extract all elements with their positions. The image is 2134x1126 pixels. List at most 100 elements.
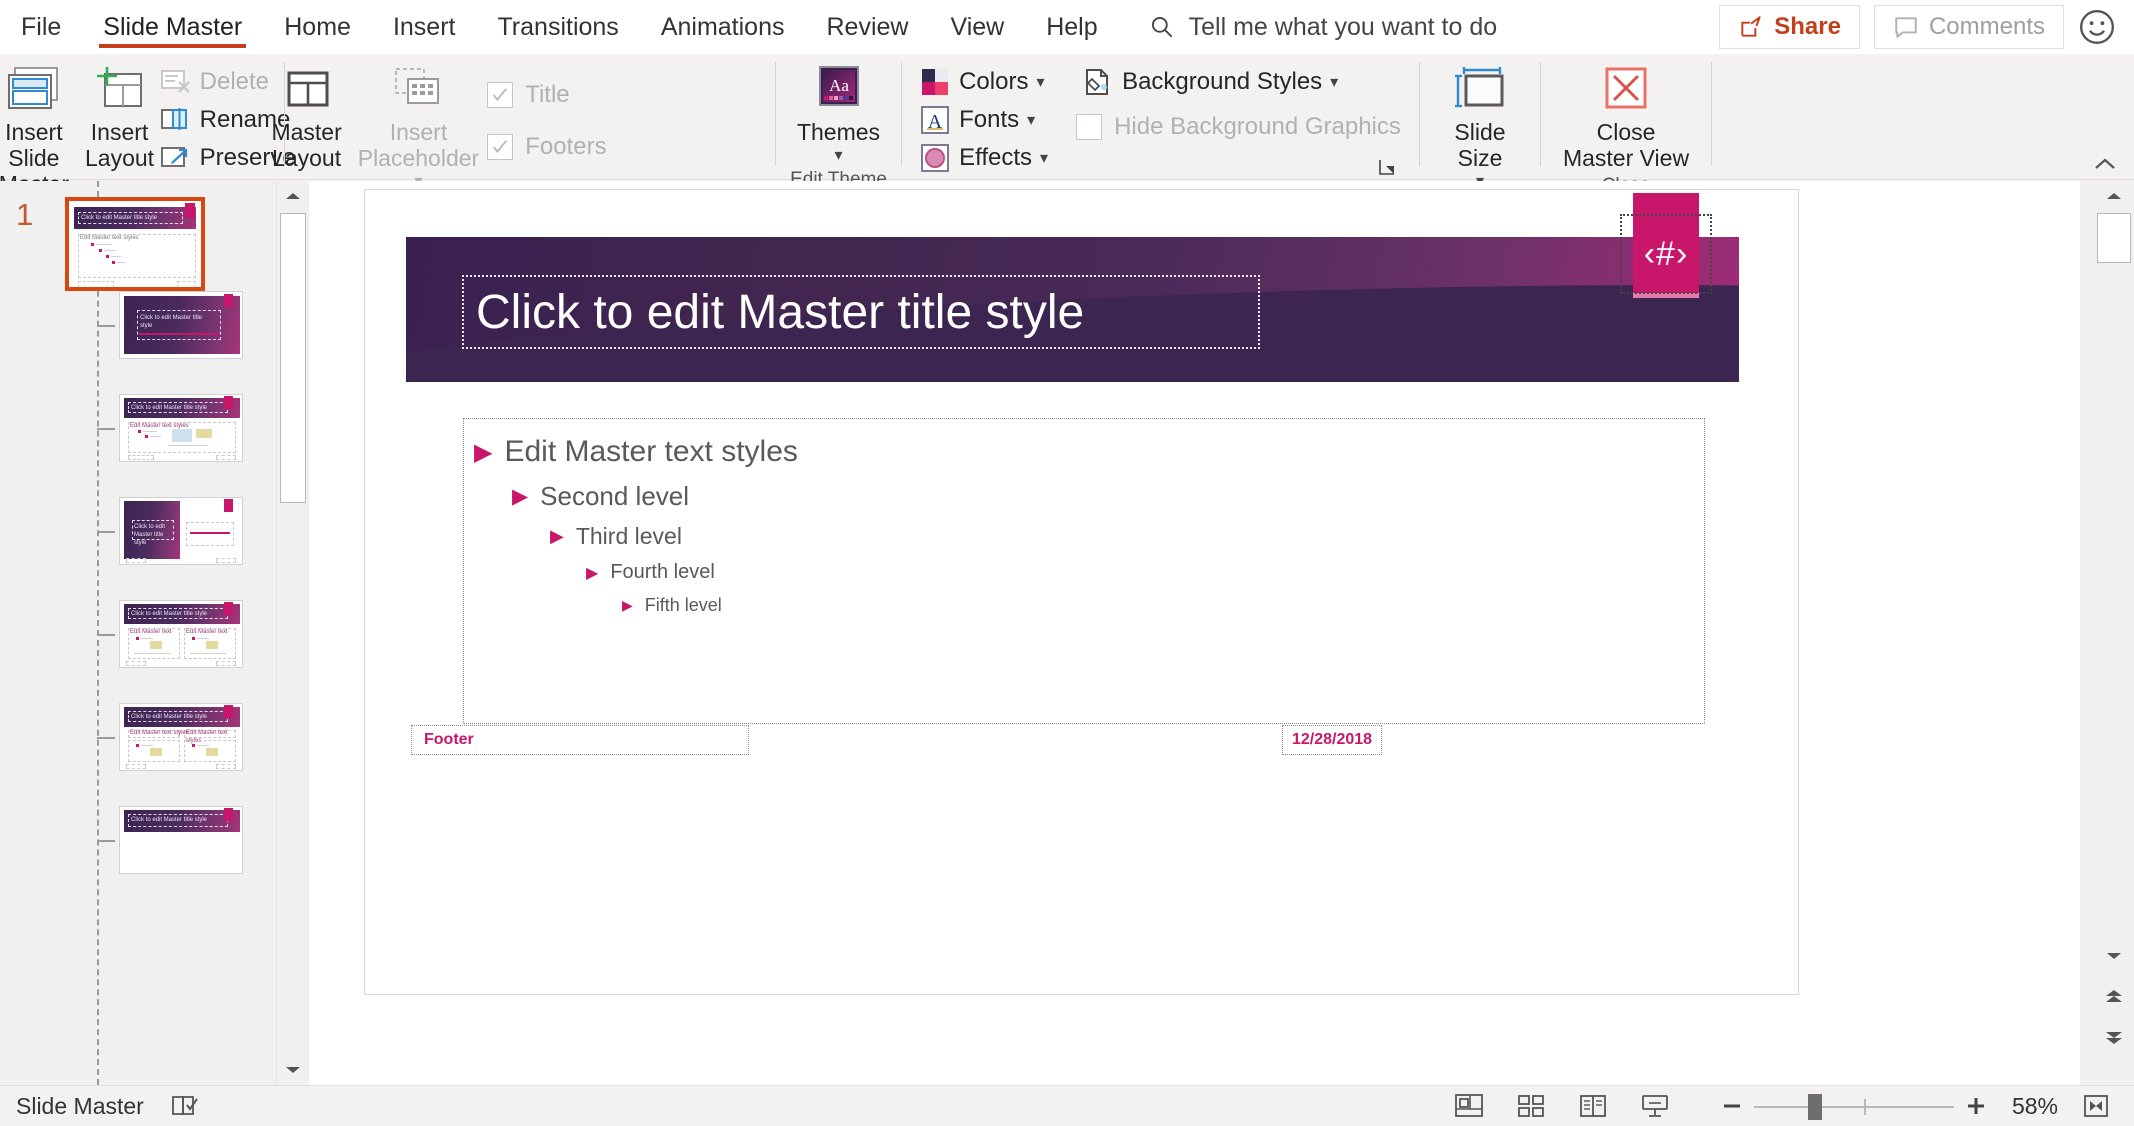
thumbnail-layout-section-header[interactable]: Click to edit Master title style: [119, 497, 243, 565]
share-button[interactable]: Share: [1719, 5, 1860, 49]
slide-master-editor[interactable]: Click to edit Master title style ‹#› ▶ E…: [364, 189, 1799, 995]
theme-effects-button[interactable]: Effects ▾: [913, 139, 1054, 177]
insert-placeholder-label: Insert Placeholder: [357, 119, 480, 171]
chevron-down-icon[interactable]: ▾: [1027, 110, 1035, 130]
canvas-scrollbar[interactable]: [2080, 181, 2134, 1085]
zoom-in-icon: [1968, 1098, 1984, 1114]
thumbnail-scroll-down-button[interactable]: [277, 1055, 309, 1085]
slide-number-placeholder[interactable]: ‹#›: [1620, 214, 1712, 294]
insert-placeholder-icon: [389, 61, 447, 117]
scroll-up-icon: [2107, 193, 2121, 199]
slide-canvas-area: Click to edit Master title style ‹#› ▶ E…: [309, 181, 2080, 1085]
zoom-out-button[interactable]: [1710, 1086, 1754, 1126]
previous-slide-button[interactable]: [2094, 981, 2134, 1011]
slide-sorter-button[interactable]: [1500, 1086, 1562, 1126]
tab-insert[interactable]: Insert: [372, 0, 477, 54]
title-placeholder[interactable]: Click to edit Master title style: [462, 275, 1260, 349]
tab-home[interactable]: Home: [263, 0, 372, 54]
insert-slide-master-icon: [7, 61, 61, 117]
search-icon: [1149, 14, 1175, 40]
thumbnail-scroll-track[interactable]: [277, 211, 309, 1055]
thumbnail-layout-two-content[interactable]: Click to edit Master title style Edit Ma…: [119, 600, 243, 668]
comments-label: Comments: [1928, 13, 2045, 40]
slide-size-button[interactable]: Slide Size ▾: [1444, 59, 1516, 193]
tab-file-label: File: [21, 12, 62, 41]
canvas-scroll-down-button[interactable]: [2094, 941, 2134, 971]
master-layout-icon: [280, 61, 334, 117]
thumbnail-layout-title-only[interactable]: Click to edit Master title style: [119, 806, 243, 874]
tab-file[interactable]: File: [0, 0, 82, 54]
tell-me-search-box[interactable]: Tell me what you want to do: [1149, 13, 1497, 42]
body-level-4: ▶ Fourth level: [586, 561, 1704, 584]
footers-checkbox[interactable]: Footers: [487, 127, 607, 167]
thumbnail-layout-title-and-content[interactable]: Click to edit Master title style Edit Ma…: [119, 394, 243, 462]
tab-home-label: Home: [284, 12, 351, 41]
tab-review[interactable]: Review: [805, 0, 929, 54]
canvas-scroll-up-button[interactable]: [2094, 181, 2134, 211]
comments-button[interactable]: Comments: [1873, 5, 2064, 49]
insert-slide-master-button[interactable]: Insert Slide Master: [0, 59, 85, 199]
zoom-slider-handle[interactable]: [1808, 1093, 1822, 1120]
thumbnail-layout-title-slide[interactable]: Click to edit Master title style: [119, 291, 243, 359]
chevron-down-icon[interactable]: ▾: [834, 145, 842, 165]
thumbnail-layout-title-only-preview: Click to edit Master title style: [120, 807, 242, 873]
master-layout-button[interactable]: Master Layout: [263, 59, 349, 173]
themes-button[interactable]: Aa Themes ▾: [789, 59, 888, 167]
smiley-face-icon[interactable]: [2078, 8, 2116, 46]
theme-fonts-button[interactable]: A Fonts ▾: [913, 101, 1054, 139]
chevron-down-icon[interactable]: ▾: [1036, 72, 1044, 92]
hide-background-graphics-checkbox[interactable]: Hide Background Graphics: [1076, 107, 1401, 147]
tab-transitions[interactable]: Transitions: [476, 0, 639, 54]
checkbox-unchecked-icon: [1076, 114, 1103, 140]
chevron-up-icon[interactable]: [2090, 155, 2120, 175]
thumbnail-layout-two-content-preview: Click to edit Master title style Edit Ma…: [120, 601, 242, 667]
comment-bubble-icon: [1895, 17, 1917, 38]
title-checkbox[interactable]: Title: [487, 75, 606, 115]
slideshow-icon: [1642, 1095, 1668, 1117]
tab-help[interactable]: Help: [1025, 0, 1118, 54]
zoom-slider[interactable]: [1754, 1086, 1954, 1126]
master-layout-label: Master Layout: [271, 119, 342, 171]
close-master-view-button[interactable]: Close Master View: [1555, 59, 1697, 173]
chevron-down-icon[interactable]: ▾: [1040, 148, 1048, 168]
slide-layout-thumbnail-pane[interactable]: 1 Click to edit Master title style Edit …: [0, 181, 276, 1085]
insert-placeholder-button[interactable]: Insert Placeholder▾: [350, 59, 487, 193]
background-styles-button[interactable]: Background Styles ▾: [1076, 63, 1401, 101]
bullet-triangle-icon: ▶: [586, 564, 599, 582]
zoom-level-label[interactable]: 58%: [1998, 1093, 2072, 1120]
ribbon-group-edit-master: Insert Slide Master Insert Layout Delete: [0, 54, 296, 222]
normal-view-button[interactable]: [1438, 1086, 1500, 1126]
insert-layout-button[interactable]: Insert Layout: [85, 59, 154, 173]
footer-placeholder[interactable]: Footer: [411, 725, 749, 755]
slide-number-placeholder-text: ‹#›: [1643, 234, 1689, 273]
thumbnail-pane-scrollbar[interactable]: [276, 181, 309, 1085]
tab-slide-master[interactable]: Slide Master: [82, 0, 263, 54]
close-master-view-icon: [1600, 61, 1652, 117]
zoom-in-button[interactable]: [1954, 1086, 1998, 1126]
thumbnail-scroll-up-button[interactable]: [277, 181, 309, 211]
next-slide-button[interactable]: [2094, 1023, 2134, 1053]
body-level-5-text: Fifth level: [644, 595, 722, 615]
delete-master-label: Delete: [199, 68, 270, 95]
canvas-scroll-thumb[interactable]: [2097, 213, 2131, 263]
fit-to-window-button[interactable]: [2072, 1086, 2120, 1126]
tab-view[interactable]: View: [929, 0, 1025, 54]
thumbnail-scroll-thumb[interactable]: [280, 213, 306, 503]
date-placeholder[interactable]: 12/28/2018: [1282, 725, 1382, 755]
bullet-triangle-icon: ▶: [622, 597, 633, 613]
chevron-down-icon[interactable]: ▾: [1330, 72, 1338, 92]
background-styles-label: Background Styles: [1122, 68, 1323, 95]
accessibility-checker-icon[interactable]: [170, 1093, 200, 1119]
thumbnail-layout-comparison-preview: Click to edit Master title style Edit Ma…: [120, 704, 242, 770]
thumbnail-slide-master-preview: Click to edit Master title style Edit Ma…: [69, 201, 201, 287]
dialog-launcher-icon[interactable]: [1376, 156, 1398, 178]
theme-colors-icon: [919, 66, 951, 98]
tab-animations[interactable]: Animations: [640, 0, 806, 54]
theme-colors-button[interactable]: Colors ▾: [913, 63, 1054, 101]
thumbnail-layout-comparison[interactable]: Click to edit Master title style Edit Ma…: [119, 703, 243, 771]
reading-view-button[interactable]: [1562, 1086, 1624, 1126]
body-text-placeholder[interactable]: ▶ Edit Master text styles ▶ Second level…: [463, 418, 1705, 724]
thumbnail-slide-master[interactable]: Click to edit Master title style Edit Ma…: [65, 197, 205, 291]
slideshow-button[interactable]: [1624, 1086, 1686, 1126]
thumbnail-connector: [97, 325, 115, 327]
